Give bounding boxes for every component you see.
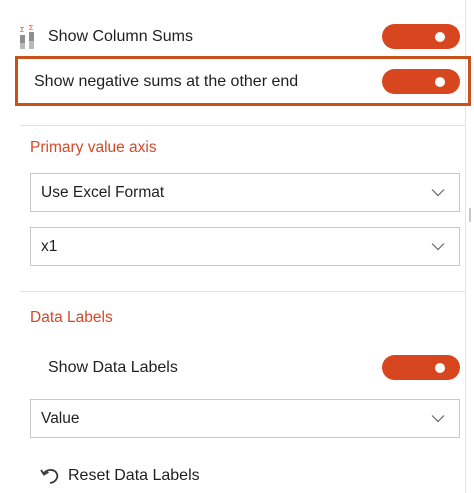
show-column-sums-toggle[interactable]	[382, 24, 460, 49]
section-divider	[20, 125, 466, 126]
primary-value-axis-title: Primary value axis	[30, 139, 157, 156]
show-negative-sums-toggle[interactable]	[382, 69, 460, 94]
number-format-dropdown[interactable]: Use Excel Format	[30, 173, 460, 212]
scrollbar-track[interactable]	[469, 208, 471, 222]
reset-data-labels-button[interactable]: Reset Data Labels	[40, 467, 200, 485]
svg-text:Σ: Σ	[29, 25, 34, 32]
chevron-down-icon	[431, 243, 445, 251]
show-data-labels-row: Show Data Labels	[48, 355, 460, 380]
chart-settings-panel: Σ Σ Show Column Sums Show negative sums …	[0, 0, 471, 493]
data-label-content-dropdown[interactable]: Value	[30, 399, 460, 438]
show-data-labels-label: Show Data Labels	[48, 358, 178, 376]
reset-data-labels-label: Reset Data Labels	[68, 467, 200, 484]
chevron-down-icon	[431, 189, 445, 197]
data-labels-title: Data Labels	[30, 309, 113, 326]
undo-arrow-icon	[40, 469, 59, 484]
svg-text:Σ: Σ	[20, 27, 25, 34]
show-negative-sums-row: Show negative sums at the other end	[20, 69, 460, 94]
scale-dropdown[interactable]: x1	[30, 227, 460, 266]
scale-value: x1	[41, 237, 58, 255]
number-format-value: Use Excel Format	[41, 183, 165, 201]
sigma-columns-icon: Σ Σ	[20, 25, 34, 49]
show-column-sums-label: Show Column Sums	[48, 27, 193, 45]
chevron-down-icon	[431, 415, 445, 423]
toggle-knob	[435, 31, 445, 42]
show-column-sums-row: Σ Σ Show Column Sums	[20, 24, 460, 49]
toggle-knob	[435, 76, 445, 87]
data-label-content-value: Value	[41, 409, 80, 427]
show-data-labels-toggle[interactable]	[382, 355, 460, 380]
toggle-knob	[435, 362, 445, 373]
section-divider	[20, 291, 466, 292]
show-negative-sums-label: Show negative sums at the other end	[34, 72, 299, 90]
